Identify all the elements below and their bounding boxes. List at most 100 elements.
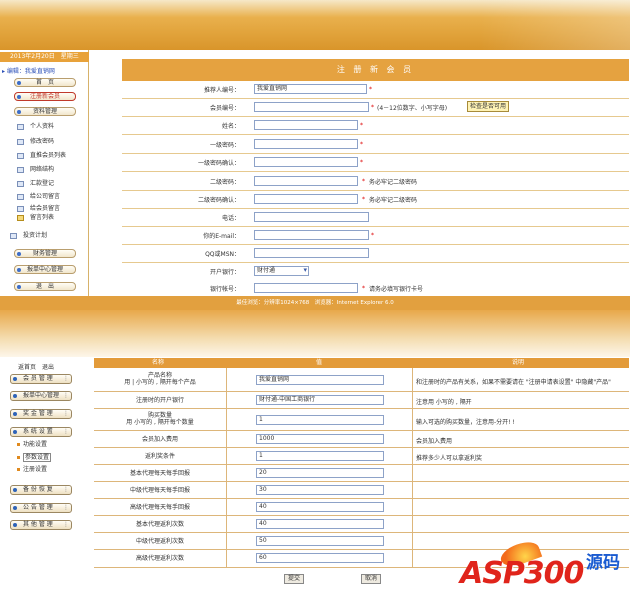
network-icon (17, 167, 24, 173)
logo-cn-text: 源码 (586, 553, 620, 573)
menu-profile-label: 资料管理 (32, 108, 57, 115)
value-input[interactable]: 1000 (256, 434, 384, 444)
sub-item-password[interactable]: 修改密码 (17, 137, 54, 147)
side-other-button[interactable]: 其 他 管 理 ⋮ (10, 520, 72, 530)
chevron-icon: ⋮ (63, 486, 69, 493)
row-bank: 开户银行： 财付通 (122, 263, 629, 281)
check-availability-button[interactable]: 检查是否可用 (467, 101, 509, 112)
row-qq: QQ或MSN： (122, 245, 629, 263)
bullet-icon (13, 377, 17, 381)
row-referrer: 推荐人编号： 我爱直销网 * (122, 81, 629, 99)
bullet-icon (17, 252, 21, 256)
sub-function-settings[interactable]: 功能设置 (16, 439, 56, 450)
menu-profile-button[interactable]: 资料管理 (14, 107, 76, 116)
sub-item-msg-company[interactable]: 给公司留言 (17, 192, 60, 202)
value-input[interactable]: 我爱直销网 (256, 375, 384, 385)
value-input[interactable]: 1 (256, 415, 384, 425)
account-input[interactable] (254, 283, 358, 293)
chevron-icon: ⋮ (63, 428, 69, 435)
bullet-icon (17, 468, 20, 471)
table-row: 基本代理每天每手回报 20 (94, 465, 629, 482)
required-mark: * (369, 86, 372, 93)
phone-input[interactable] (254, 212, 369, 222)
value-input[interactable]: 30 (256, 485, 384, 495)
sub-register-settings[interactable]: 注册设置 (16, 464, 56, 475)
table-row: 返利奖条件 1 推荐多少人可以拿返利奖 (94, 448, 629, 465)
table-row: 注册时的开户银行 财付通-中国工商银行 注意用 小写的 , 隔开 (94, 392, 629, 409)
row-pwd2: 二级密码： * 务必牢记二级密码 (122, 173, 629, 191)
password1-input[interactable] (254, 139, 358, 149)
top-header-band (0, 0, 630, 50)
chevron-icon: ⋮ (63, 521, 69, 528)
menu-register-label: 注册新会员 (29, 93, 60, 100)
chevron-icon: ⋮ (63, 410, 69, 417)
email-input[interactable] (254, 230, 369, 240)
side-system-button[interactable]: 系 统 设 置 ⋮ (10, 427, 72, 437)
bullet-icon (17, 110, 21, 114)
bottom-header-band (0, 310, 630, 357)
value-input[interactable]: 20 (256, 468, 384, 478)
value-input[interactable]: 40 (256, 502, 384, 512)
password2-input[interactable] (254, 176, 358, 186)
table-row: 会员加入费用 1000 会员加入费用 (94, 431, 629, 448)
chevron-icon: ⋮ (63, 392, 69, 399)
row-phone: 电话： (122, 209, 629, 227)
password1-confirm-input[interactable] (254, 157, 358, 167)
breadcrumb-text: 编辑：我爱直销网 (6, 68, 55, 75)
sub-item-msg-list[interactable]: 留言列表 (17, 213, 54, 223)
bullet-icon (17, 285, 21, 289)
value-input[interactable]: 财付通-中国工商银行 (256, 395, 384, 405)
row-pwd2c: 二级密码确认： * 务必牢记二级密码 (122, 191, 629, 209)
table-row: 购买数量 用 小写的 , 隔开每个数量 1 输入可选的购买数量，注意用-分开! … (94, 409, 629, 431)
sub-item-remit[interactable]: 汇款登记 (17, 179, 54, 189)
home-logout-links[interactable]: 返首页 退出 (18, 362, 54, 371)
settings-table: 名称 值 说明 产品名称 用 | 小写的 , 隔开每个产品 我爱直销网 和注册时… (94, 358, 629, 568)
submit-button[interactable]: 提交 (284, 574, 304, 584)
form-title: 注 册 新 会 员 (122, 59, 629, 81)
side-members-button[interactable]: 会 员 管 理 ⋮ (10, 374, 72, 384)
sub-item-profile[interactable]: 个人资料 (17, 122, 54, 132)
value-input[interactable]: 60 (256, 553, 384, 563)
member-no-input[interactable] (254, 102, 369, 112)
bullet-icon (17, 81, 21, 85)
menu-home-label: 首 页 (35, 79, 54, 86)
money-icon (17, 181, 24, 187)
side-notice-button[interactable]: 公 告 管 理 ⋮ (10, 503, 72, 513)
bank-select[interactable]: 财付通 (254, 266, 309, 276)
name-input[interactable] (254, 120, 358, 130)
password2-confirm-input[interactable] (254, 194, 358, 204)
document-icon (17, 124, 24, 130)
bullet-icon (17, 456, 20, 459)
value-input[interactable]: 40 (256, 519, 384, 529)
table-header: 名称 值 说明 (94, 358, 629, 368)
referrer-input[interactable]: 我爱直销网 (254, 84, 367, 94)
cancel-button[interactable]: 取消 (361, 574, 381, 584)
logo-text: ASP300 (460, 556, 584, 591)
row-member-no: 会员编号： * (4－12位数字、小写字母) 检查是否可用 (122, 99, 629, 117)
sub-item-direct-list[interactable]: 直推会员列表 (17, 151, 66, 161)
sub-param-settings[interactable]: 参数设置 (16, 452, 56, 463)
sub-item-invest[interactable]: 投资计划 (10, 231, 47, 241)
value-input[interactable]: 50 (256, 536, 384, 546)
menu-home-button[interactable]: 首 页 (14, 78, 76, 87)
table-row: 产品名称 用 | 小写的 , 隔开每个产品 我爱直销网 和注册时的产品有关系，如… (94, 368, 629, 392)
date-bar: 2013年2月20日 星期三 (0, 52, 89, 62)
side-backup-button[interactable]: 备 份 恢 复 ⋮ (10, 485, 72, 495)
side-orders-button[interactable]: 报单中心管理 ⋮ (10, 391, 72, 401)
table-row: 中级代理每天每手回报 30 (94, 482, 629, 499)
bullet-icon (13, 394, 17, 398)
menu-orders-button[interactable]: 报单中心管理 (14, 265, 76, 274)
qq-input[interactable] (254, 248, 369, 258)
bullet-icon (13, 506, 17, 510)
bullet-icon (13, 430, 17, 434)
side-money-button[interactable]: 奖 金 管 理 ⋮ (10, 409, 72, 419)
value-input[interactable]: 1 (256, 451, 384, 461)
bullet-icon (17, 268, 21, 272)
envelope-icon (17, 215, 24, 221)
message-icon (17, 194, 24, 200)
asp300-logo: ASP300 源码 (460, 537, 625, 592)
menu-finance-button[interactable]: 财务管理 (14, 249, 76, 258)
sub-item-network[interactable]: 网络结构 (17, 165, 54, 175)
menu-logout-button[interactable]: 退 出 (14, 282, 76, 291)
menu-register-button[interactable]: 注册新会员 (14, 92, 76, 101)
